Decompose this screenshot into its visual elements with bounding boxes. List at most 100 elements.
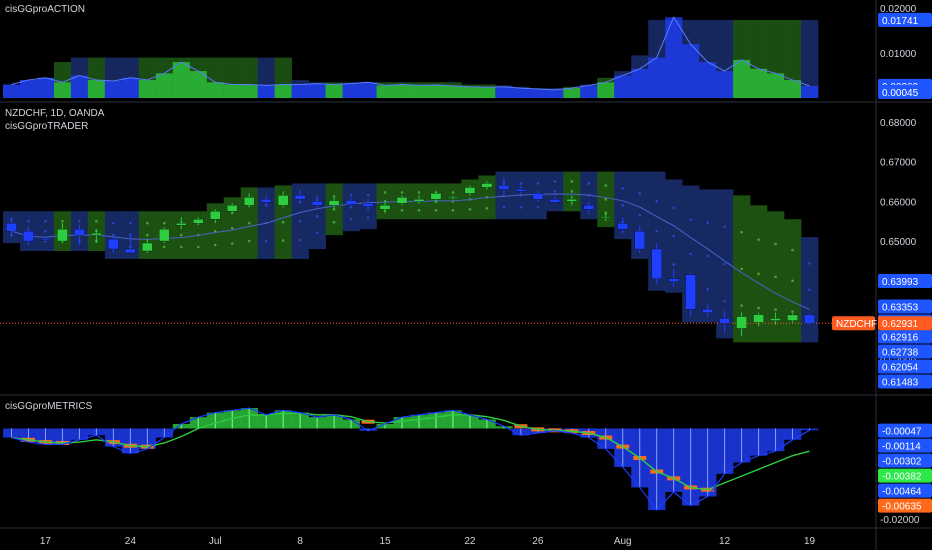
trader-zone-dot [298,238,302,242]
candle-body [159,228,170,242]
trader-zone-dot [723,299,726,303]
trader-zone-dot [146,233,149,237]
action-tag: 0.00045 [882,88,919,99]
trader-zone-dot [519,182,523,185]
trader-zone-dot [417,208,421,212]
action-value-bar [614,75,632,98]
price-y-tick: 0.67000 [880,158,917,169]
trader-zone-dot [723,262,726,266]
candle-body [260,199,272,203]
trader-zone-dot [791,248,794,252]
candle-body [447,196,459,198]
trader-zone-dot [349,194,353,197]
candle-body [515,189,527,192]
trader-zone-dot [451,208,455,212]
action-value-bar [580,85,598,98]
action-value-bar [308,83,326,98]
trader-zone-dot [230,226,234,230]
trader-zone-dot [672,263,675,266]
trader-zone-dot [298,219,302,223]
candle-body [753,314,764,323]
trader-zone-dot [247,221,251,225]
trader-zone-dot [196,245,200,249]
trader-zone-dot [95,219,98,223]
trader-indicator-title[interactable]: cisGGproTRADER [5,121,88,132]
price-tag: 0.62738 [882,347,919,358]
candle-body [345,200,357,205]
candle-body [209,211,221,220]
metrics-panel-title[interactable]: cisGGproMETRICS [5,401,92,412]
metrics-y-tick: -0.02000 [880,515,920,526]
action-value-bar [682,44,700,98]
symbol-title[interactable]: NZDCHF, 1D, OANDA [5,108,104,119]
candle-body [193,219,204,224]
candle-body [498,185,510,190]
action-value-bar [784,80,802,98]
trader-zone-dot [774,242,777,246]
trader-zone-dot [808,262,811,265]
action-value-bar [223,84,242,98]
action-value-bar [206,82,225,98]
trader-zone-dot [281,220,285,224]
action-value-bar [359,82,377,98]
x-tick-label: 22 [464,536,476,547]
action-value-bar [257,85,275,98]
candle-body [617,223,628,230]
candle-body [396,197,408,204]
trader-zone-dot [146,221,149,225]
trader-zone-dot [332,220,336,224]
trader-zone-dot [808,288,811,292]
metrics-tag: -0.00635 [882,502,922,513]
candle-body [770,318,781,321]
trader-zone-dot [44,229,47,233]
trader-zone-dot [604,198,608,201]
trader-zone-dot [672,206,675,210]
action-value-bar [461,86,479,98]
action-value-bar [240,84,258,98]
trader-zone-dot [247,239,251,243]
candle-body [719,318,730,324]
action-value-bar [104,80,123,98]
trader-zone-dot [570,190,574,193]
candle-body [328,200,340,206]
action-y-tick: 0.01000 [880,49,917,60]
candle-body [243,197,255,206]
x-tick-label: 15 [379,536,391,547]
trader-zone-dot [366,193,370,197]
trader-zone-dot [655,200,658,203]
candle-body [481,183,493,188]
trader-zone-dot [791,310,794,313]
action-value-bar [155,73,174,98]
trader-zone-dot [774,275,777,279]
trader-zone-dot [468,207,472,211]
trader-zone-dot [315,214,319,218]
chart-canvas: 17 24 Jul 8 15 22 26 Aug 12 190.020000.010000.680… [0,0,932,550]
trader-zone-dot [27,219,30,223]
trader-zone-dot [740,230,743,234]
action-value-bar [529,89,547,98]
trader-zone-dot [621,187,625,190]
symbol-tag: NZDCHF [836,319,877,330]
trader-zone-dot [621,204,625,207]
candle-body [651,248,662,279]
trader-zone-dot [400,191,404,194]
price-tag: 0.62916 [882,332,919,343]
trader-zone-dot [264,239,268,243]
action-value-bar [36,77,55,98]
trader-zone-dot [315,231,319,234]
trader-zone-dot [689,218,692,222]
action-value-bar [376,85,394,98]
action-value-bar [512,88,530,98]
candle-body [549,199,561,203]
last-price-tag: 0.62931 [882,319,919,330]
action-value-bar [70,75,89,98]
action-value-bar [342,83,360,98]
price-tag: 0.61483 [882,377,919,388]
candle-body [600,217,612,219]
action-value-bar [733,59,751,98]
action-value-bar [393,84,411,98]
trader-zone-dot [757,272,760,276]
trader-zone-dot [112,221,115,225]
candle-body [74,228,85,236]
action-value-bar [325,84,343,98]
